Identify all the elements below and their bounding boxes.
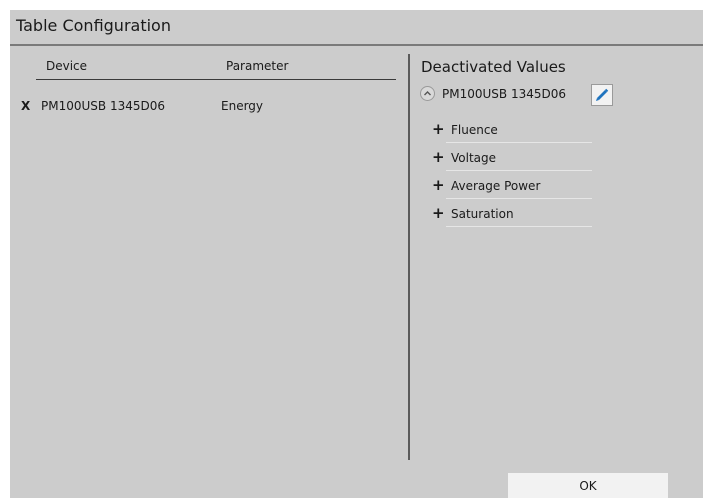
deactivated-value-item[interactable]: + Average Power xyxy=(430,174,596,200)
value-label: Saturation xyxy=(451,207,514,221)
deactivated-value-item[interactable]: + Saturation xyxy=(430,202,596,228)
deactivated-value-item[interactable]: + Voltage xyxy=(430,146,596,172)
plus-icon[interactable]: + xyxy=(432,206,445,221)
column-header-parameter[interactable]: Parameter xyxy=(226,59,288,73)
parameter-cell: Energy xyxy=(221,99,264,113)
item-underline xyxy=(446,142,592,143)
device-group-header: PM100USB 1345D06 xyxy=(420,86,620,106)
remove-row-button[interactable]: X xyxy=(21,99,30,113)
item-underline xyxy=(446,170,592,171)
dialog-title: Table Configuration xyxy=(16,16,171,35)
table-row[interactable]: X PM100USB 1345D06 Energy xyxy=(10,99,408,119)
deactivated-value-item[interactable]: + Fluence xyxy=(430,118,596,144)
pencil-icon[interactable] xyxy=(591,84,613,106)
plus-icon[interactable]: + xyxy=(432,150,445,165)
plus-icon[interactable]: + xyxy=(432,122,445,137)
item-underline xyxy=(446,198,592,199)
value-label: Voltage xyxy=(451,151,497,165)
item-underline xyxy=(446,226,592,227)
ok-button[interactable]: OK xyxy=(508,473,668,498)
title-bar: Table Configuration xyxy=(10,10,703,46)
value-label: Fluence xyxy=(451,123,498,137)
plus-icon[interactable]: + xyxy=(432,178,445,193)
chevron-up-icon[interactable] xyxy=(420,86,435,101)
value-label: Average Power xyxy=(451,179,541,193)
device-group-label: PM100USB 1345D06 xyxy=(442,87,566,101)
selected-values-table: Device Parameter X PM100USB 1345D06 Ener… xyxy=(10,46,408,466)
deactivated-values-panel: Deactivated Values PM100USB 1345D06 + Fl… xyxy=(410,46,703,466)
deactivated-values-title: Deactivated Values xyxy=(421,58,566,76)
header-divider xyxy=(36,79,396,80)
table-configuration-dialog: Table Configuration Device Parameter X P… xyxy=(10,10,703,498)
device-cell: PM100USB 1345D06 xyxy=(41,99,165,113)
column-header-device[interactable]: Device xyxy=(46,59,87,73)
